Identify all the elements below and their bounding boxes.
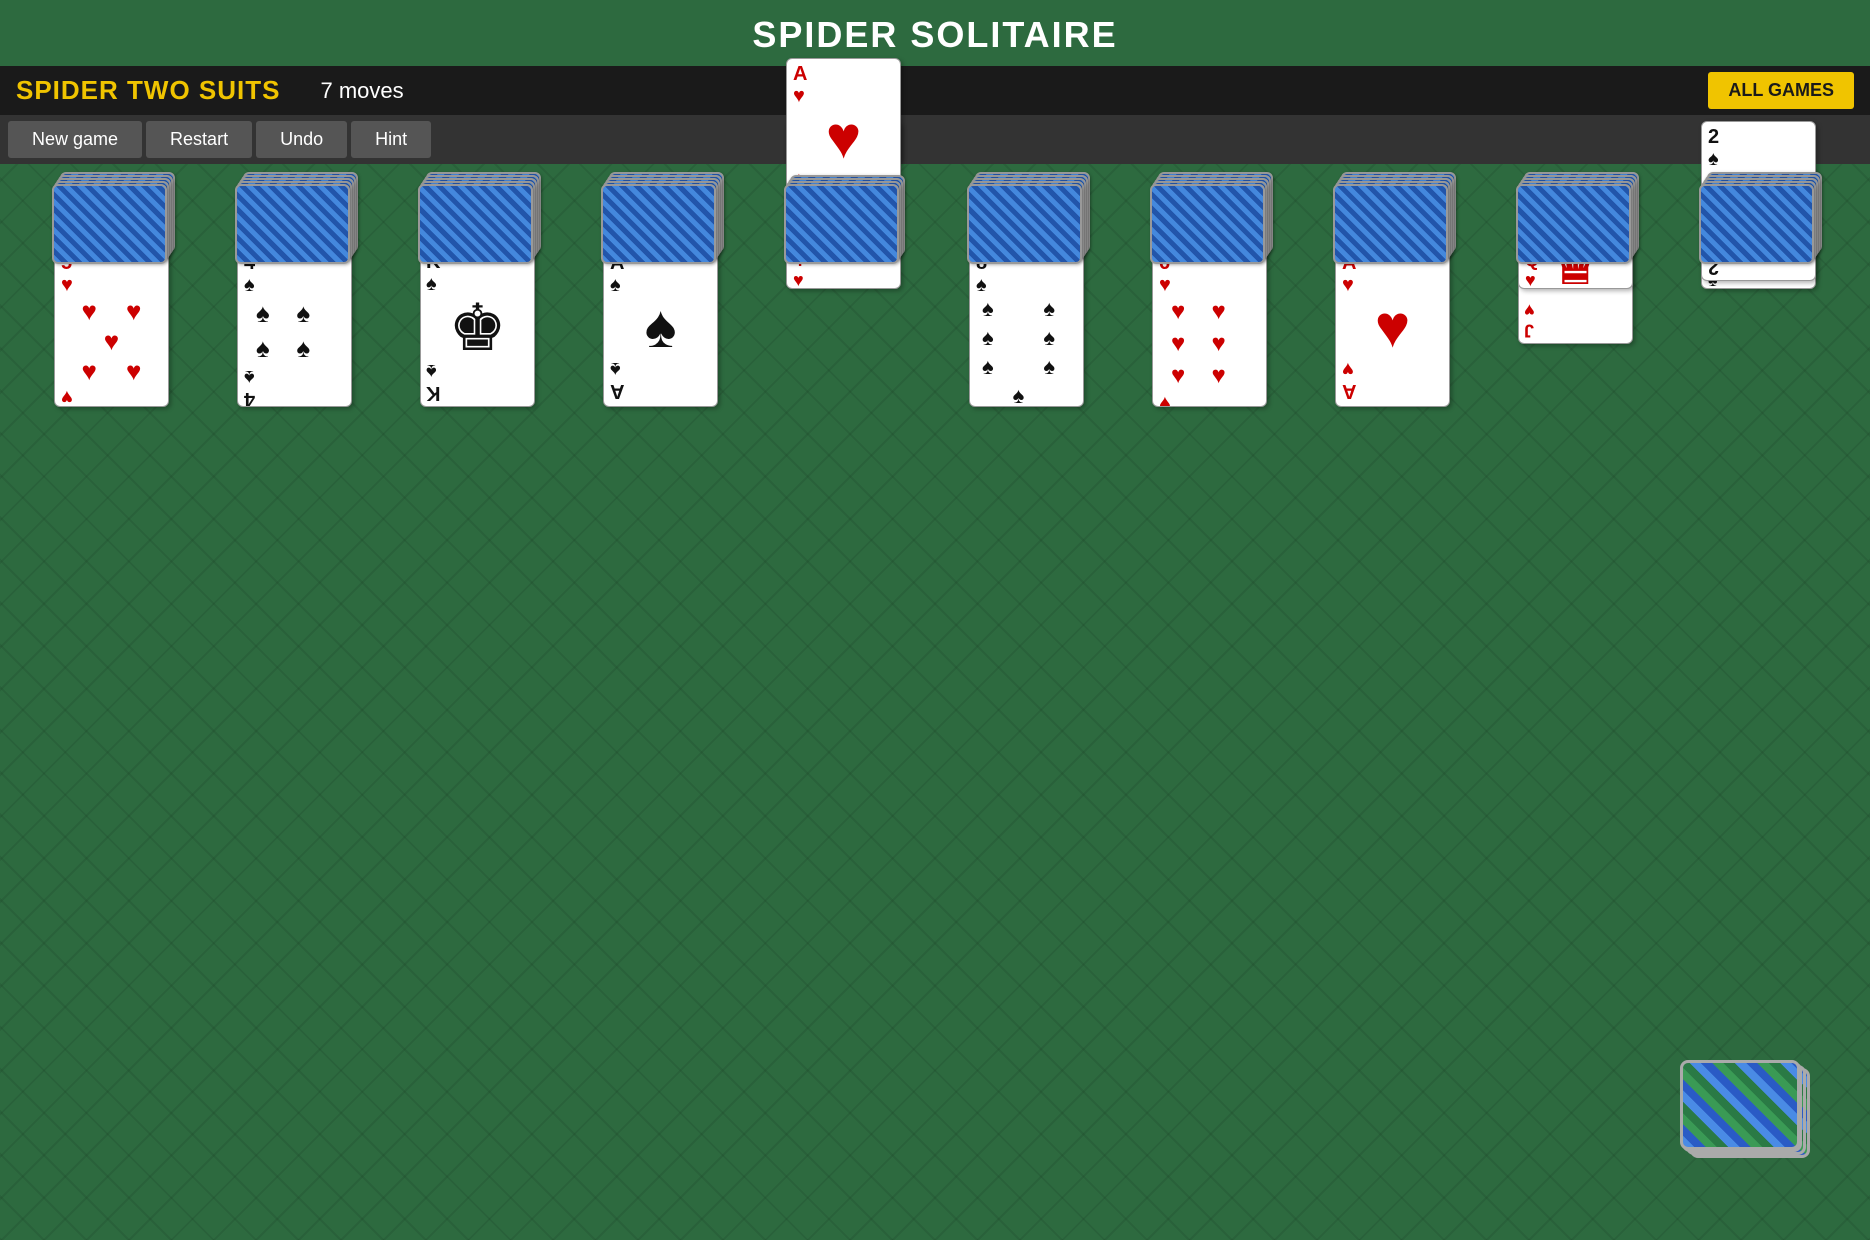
column-4: A ♠ ♠ A ♠ — [601, 184, 721, 407]
column-7: 6 ♥ ♥♥ ♥♥ ♥♥ 6 ♥ — [1150, 184, 1270, 407]
column-1: 5 ♥ ♥♥ ♥ ♥♥ 5 ♥ — [52, 184, 172, 407]
undo-button[interactable]: Undo — [256, 121, 347, 158]
facedown-pile-3 — [418, 184, 538, 239]
facedown-pile-1 — [52, 184, 172, 239]
facedown-card — [784, 184, 899, 264]
facedown-card — [601, 184, 716, 264]
facedown-card — [1333, 184, 1448, 264]
facedown-card — [52, 184, 167, 264]
stock-pile[interactable] — [1680, 1060, 1810, 1160]
facedown-pile-2 — [235, 184, 355, 239]
card-bottom-label: 6 ♥ — [1159, 392, 1260, 407]
facedown-card — [1516, 184, 1631, 264]
card-8-spades[interactable]: 8 ♠ ♠♠ ♠♠ ♠♠ ♠ ♠♠ 8 ♠ — [969, 247, 1084, 407]
card-bottom-label: K ♠ — [426, 360, 529, 404]
facedown-card — [1150, 184, 1265, 264]
card-bottom-label: A ♠ — [610, 358, 711, 402]
facedown-pile-8 — [1333, 184, 1453, 239]
facedown-pile-4 — [601, 184, 721, 239]
column-8: A ♥ ♥ A ♥ — [1333, 184, 1453, 407]
facedown-card — [967, 184, 1082, 264]
facedown-pile-10 — [1699, 184, 1819, 239]
facedown-card — [418, 184, 533, 264]
card-6-hearts[interactable]: 6 ♥ ♥♥ ♥♥ ♥♥ 6 ♥ — [1152, 247, 1267, 407]
column-10: 4 ♠ 3 ♠ 2 ♠ ♠ ♠ — [1699, 184, 1819, 281]
card-ace-spades[interactable]: A ♠ ♠ A ♠ — [603, 247, 718, 407]
card-bottom-label: 5 ♥ — [61, 386, 162, 407]
facedown-card — [1699, 184, 1814, 264]
card-5-hearts[interactable]: 5 ♥ ♥♥ ♥ ♥♥ 5 ♥ — [54, 247, 169, 407]
column-9: Q ♥ J ♥ ♛ J ♥ — [1516, 184, 1636, 344]
stock-card — [1680, 1060, 1800, 1150]
hint-button[interactable]: Hint — [351, 121, 431, 158]
card-4-spades[interactable]: 4 ♠ ♠♠ ♠♠ 4 ♠ — [237, 247, 352, 407]
facedown-pile-9 — [1516, 184, 1636, 239]
card-ace-hearts-2[interactable]: A ♥ ♥ A ♥ — [1335, 247, 1450, 407]
title-bar: SPIDER SOLITAIRE — [0, 0, 1870, 66]
new-game-button[interactable]: New game — [8, 121, 142, 158]
all-games-button[interactable]: ALL GAMES — [1708, 72, 1854, 109]
facedown-pile-5 — [784, 184, 904, 239]
card-top-label: A ♥ — [793, 63, 894, 107]
card-bottom-label: A ♥ — [1342, 358, 1443, 402]
page-title: SPIDER SOLITAIRE — [752, 14, 1117, 55]
game-type-label: SPIDER TWO SUITS — [16, 75, 280, 106]
column-5: 4 ♥ 3 ♥ 2 ♥ A — [784, 184, 904, 247]
toolbar: SPIDER TWO SUITS 7 moves ALL GAMES — [0, 66, 1870, 115]
facedown-card — [235, 184, 350, 264]
moves-counter: 7 moves — [320, 78, 1708, 104]
facedown-pile-7 — [1150, 184, 1270, 239]
facedown-pile-6 — [967, 184, 1087, 239]
column-6: 8 ♠ ♠♠ ♠♠ ♠♠ ♠ ♠♠ 8 ♠ — [967, 184, 1087, 407]
action-bar: New game Restart Undo Hint — [0, 115, 1870, 164]
card-bottom-label: 4 ♠ — [244, 366, 345, 407]
card-king-spades[interactable]: K ♠ ♚ K ♠ — [420, 247, 535, 407]
restart-button[interactable]: Restart — [146, 121, 252, 158]
game-area: 5 ♥ ♥♥ ♥ ♥♥ 5 ♥ — [0, 164, 1870, 427]
column-2: 4 ♠ ♠♠ ♠♠ 4 ♠ — [235, 184, 355, 407]
column-3: K ♠ ♚ K ♠ — [418, 184, 538, 407]
card-top-label: 2 ♠ — [1708, 126, 1809, 170]
